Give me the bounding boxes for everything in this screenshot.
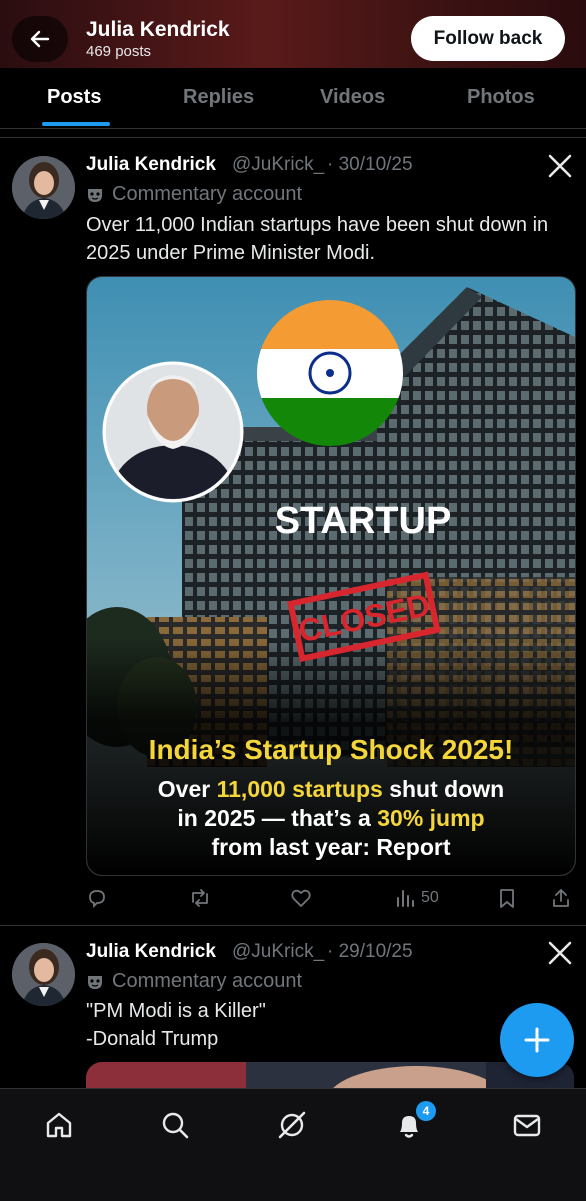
views-count: 50 (421, 889, 439, 906)
nav-home[interactable] (43, 1109, 75, 1141)
heart-icon (291, 889, 311, 907)
views-button[interactable]: 50 (395, 884, 439, 912)
plus-icon (524, 1027, 550, 1053)
media-line-2: in 2025 — that’s a 30% jump (177, 805, 484, 831)
post-handle[interactable]: @JuKrick_ (232, 154, 324, 176)
post-actions: 50 (86, 884, 574, 912)
post-text-line-2: -Donald Trump (86, 1028, 219, 1050)
post-date: · 30/10/25 (327, 154, 413, 175)
reply-icon (89, 890, 105, 909)
bar-chart-icon (397, 890, 414, 907)
nav-messages[interactable] (511, 1109, 543, 1141)
post-text: Over 11,000 Indian startups have been sh… (86, 214, 549, 264)
avatar[interactable] (12, 156, 75, 219)
commentary-text: Commentary account (112, 970, 303, 992)
commentary-label: Commentary account (86, 970, 302, 993)
repost-button[interactable] (188, 884, 212, 912)
x-logo-icon[interactable] (548, 941, 572, 965)
active-tab-indicator (42, 122, 110, 126)
tab-photos[interactable]: Photos (467, 86, 535, 109)
arrow-left-icon (30, 30, 50, 48)
commentary-label: Commentary account (86, 183, 302, 206)
commentary-text: Commentary account (112, 183, 303, 205)
avatar[interactable] (12, 943, 75, 1006)
search-icon (162, 1112, 189, 1139)
follow-back-button[interactable]: Follow back (411, 16, 565, 61)
share-icon (553, 889, 569, 907)
nav-search[interactable] (159, 1109, 191, 1141)
like-button[interactable] (290, 884, 312, 912)
tab-replies[interactable]: Replies (183, 86, 254, 109)
media-line-1: Over 11,000 startups shut down (158, 776, 504, 802)
media-title: India’s Startup Shock 2025! (149, 734, 514, 765)
post-handle[interactable]: @JuKrick_ (232, 941, 324, 963)
post-text-line-1: "PM Modi is a Killer" (86, 1000, 266, 1022)
repost-icon (192, 889, 208, 907)
profile-name: Julia Kendrick (86, 18, 230, 41)
profile-tabs: Posts Replies Videos Photos (0, 68, 586, 129)
media-headline: STARTUP (275, 500, 452, 542)
mask-icon (88, 188, 102, 202)
bookmark-button[interactable] (497, 884, 517, 912)
divider (0, 925, 586, 926)
bottom-nav (0, 1088, 586, 1201)
post-author[interactable]: Julia Kendrick (86, 941, 216, 963)
compose-button[interactable] (500, 1003, 574, 1077)
mail-icon (513, 1114, 541, 1137)
media-line-3: from last year: Report (211, 834, 450, 860)
portrait-icon (102, 361, 244, 503)
grok-icon (278, 1111, 306, 1139)
post-count: 469 posts (86, 43, 152, 60)
tab-posts[interactable]: Posts (47, 86, 101, 109)
share-button[interactable] (550, 884, 572, 912)
post-author[interactable]: Julia Kendrick (86, 154, 216, 176)
nav-grok[interactable] (276, 1109, 308, 1141)
divider (0, 137, 586, 138)
tab-videos[interactable]: Videos (320, 86, 385, 109)
post-image[interactable]: STARTUP CLOSED India’s Startup Shock 202… (86, 276, 576, 876)
profile-header: Julia Kendrick 469 posts Follow back (0, 0, 586, 68)
india-flag-icon (257, 300, 403, 446)
post-date: · 29/10/25 (327, 941, 413, 962)
mask-icon (88, 975, 102, 989)
home-icon (46, 1112, 72, 1138)
bookmark-icon (500, 889, 514, 908)
notification-badge: 4 (416, 1101, 436, 1121)
back-button[interactable] (12, 16, 68, 62)
reply-button[interactable] (86, 884, 108, 912)
x-logo-icon[interactable] (548, 154, 572, 178)
